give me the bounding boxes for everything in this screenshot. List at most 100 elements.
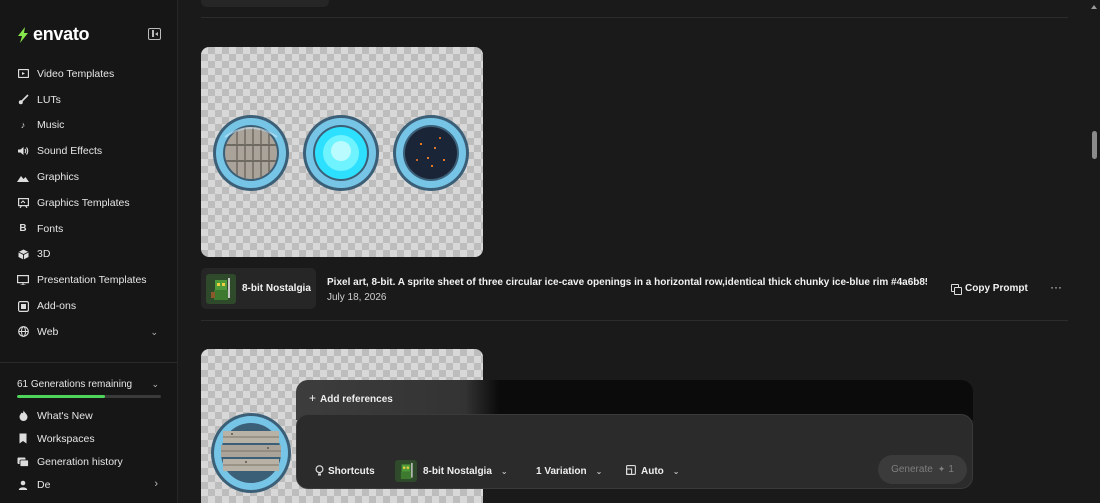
globe-icon: [17, 326, 29, 338]
generate-button[interactable]: Generate ✦ 1: [878, 455, 967, 484]
generate-label: Generate: [891, 464, 933, 475]
style-select-label: 8-bit Nostalgia: [423, 465, 492, 477]
chevron-down-icon: ⌄: [150, 326, 158, 337]
sparkle-icon: ✦: [937, 464, 946, 474]
copy-prompt-label: Copy Prompt: [965, 283, 1028, 294]
sidebar-item-label: 3D: [37, 248, 51, 261]
aspect-ratio-icon: [626, 464, 636, 478]
sidebar-item-workspaces[interactable]: Workspaces: [0, 427, 178, 450]
generate-cost: 1: [948, 464, 954, 475]
history-icon: [17, 456, 29, 468]
chevron-right-icon: ›: [154, 478, 158, 490]
sidebar-item-label: Add-ons: [37, 300, 77, 313]
sidebar-item-label: Fonts: [37, 222, 64, 235]
envato-leaf-icon: [18, 26, 28, 43]
feed-divider: [201, 320, 1068, 321]
sidebar-item-fonts[interactable]: B Fonts: [0, 216, 178, 242]
ice-cave-sprite-sheet: [213, 115, 469, 191]
addon-icon: [17, 300, 29, 312]
style-select[interactable]: 8-bit Nostalgia ⌄: [395, 459, 508, 483]
prompt-input[interactable]: [311, 425, 951, 451]
scroll-up-icon[interactable]: [1091, 5, 1097, 9]
copy-icon: [951, 283, 962, 295]
flame-icon: [17, 410, 29, 422]
style-thumbnail: [395, 460, 417, 482]
generations-remaining[interactable]: 61 Generations remaining ⌄: [17, 379, 161, 390]
sidebar-item-video-templates[interactable]: Video Templates: [0, 61, 178, 87]
sidebar-item-3d[interactable]: 3D: [0, 242, 178, 268]
sidebar-item-label: Web: [37, 325, 59, 338]
sidebar-item-label: LUTs: [37, 93, 61, 106]
more-options-icon[interactable]: ···: [1050, 280, 1062, 294]
font-icon: B: [19, 223, 27, 235]
sidebar-collapse-icon[interactable]: [148, 28, 161, 40]
sidebar-item-music[interactable]: ♪ Music: [0, 113, 178, 139]
template-icon: [17, 197, 29, 209]
aspect-ratio-select[interactable]: Auto ⌄: [626, 463, 679, 479]
sidebar-item-presentation-templates[interactable]: Presentation Templates: [0, 267, 178, 293]
video-icon: [17, 68, 29, 80]
music-note-icon: ♪: [20, 120, 26, 131]
add-references-button[interactable]: + Add references: [309, 391, 393, 405]
shortcuts-button[interactable]: Shortcuts: [315, 463, 375, 479]
sidebar-item-web[interactable]: Web ⌄: [0, 319, 178, 345]
prompt-composer: Shortcuts 8-bit Nostalgia ⌄ 1 Variation …: [296, 414, 973, 489]
generations-label: 61 Generations remaining: [17, 379, 133, 390]
sidebar-item-sound-effects[interactable]: Sound Effects: [0, 138, 178, 164]
user-icon: [17, 479, 29, 491]
envato-logo[interactable]: envato: [16, 24, 90, 45]
sidebar-item-label: Graphics Templates: [37, 196, 130, 209]
prompt-date: July 18, 2026: [327, 292, 387, 303]
presentation-icon: [17, 274, 29, 286]
previous-card-stub: [201, 0, 329, 7]
shortcuts-label: Shortcuts: [328, 465, 375, 477]
aspect-ratio-label: Auto: [641, 465, 664, 477]
sidebar-item-generation-history[interactable]: Generation history: [0, 450, 178, 473]
sidebar-item-label: What's New: [37, 409, 93, 422]
sidebar-item-label: Graphics: [37, 171, 80, 184]
bookmark-icon: [17, 433, 29, 445]
sidebar-divider: [0, 362, 178, 363]
sidebar-item-graphics-templates[interactable]: Graphics Templates: [0, 190, 178, 216]
sidebar-item-user[interactable]: De ›: [0, 473, 178, 496]
plus-icon: +: [309, 391, 317, 405]
sidebar: envato Video Templates LUTs ♪ Music Soun…: [0, 0, 178, 503]
sidebar-item-label: Presentation Templates: [37, 274, 147, 287]
variations-label: 1 Variation: [536, 465, 587, 477]
sidebar-item-label: Video Templates: [37, 67, 115, 80]
scrollbar[interactable]: [1088, 0, 1100, 503]
chevron-down-icon: ⌄: [672, 466, 680, 476]
sidebar-item-label: Workspaces: [37, 432, 95, 445]
variations-select[interactable]: 1 Variation ⌄: [536, 463, 602, 479]
speaker-icon: [17, 145, 29, 157]
copy-prompt-button[interactable]: Copy Prompt: [951, 283, 1028, 295]
feed-divider: [201, 17, 1068, 18]
generated-image[interactable]: [201, 47, 483, 257]
brand-name: envato: [33, 24, 90, 44]
chevron-down-icon: ⌄: [500, 466, 508, 476]
cube-icon: [17, 248, 29, 260]
sidebar-bottom-nav: What's New Workspaces Generation history…: [0, 404, 178, 496]
brush-icon: [17, 94, 29, 106]
sidebar-item-graphics[interactable]: Graphics: [0, 164, 178, 190]
lightbulb-icon: [315, 465, 324, 477]
prompt-text: Pixel art, 8-bit. A sprite sheet of thre…: [327, 277, 927, 288]
sidebar-item-add-ons[interactable]: Add-ons: [0, 293, 178, 319]
sidebar-item-label: Music: [37, 119, 65, 132]
add-references-label: Add references: [320, 394, 393, 405]
chevron-down-icon: ⌄: [151, 379, 159, 389]
style-thumbnail: [206, 273, 236, 304]
sidebar-item-whats-new[interactable]: What's New: [0, 404, 178, 427]
sidebar-item-label: De: [37, 478, 51, 491]
generations-progress-bar: [17, 395, 161, 398]
style-name: 8-bit Nostalgia: [242, 283, 311, 294]
chevron-down-icon: ⌄: [595, 466, 603, 476]
mountain-icon: [17, 171, 29, 183]
sidebar-item-luts[interactable]: LUTs: [0, 87, 178, 113]
generations-progress-fill: [17, 395, 105, 398]
sidebar-item-label: Sound Effects: [37, 145, 103, 158]
sidebar-item-label: Generation history: [37, 455, 123, 468]
scrollbar-thumb[interactable]: [1092, 131, 1097, 159]
style-chip[interactable]: 8-bit Nostalgia: [201, 268, 316, 309]
sidebar-nav: Video Templates LUTs ♪ Music Sound Effec…: [0, 61, 178, 345]
